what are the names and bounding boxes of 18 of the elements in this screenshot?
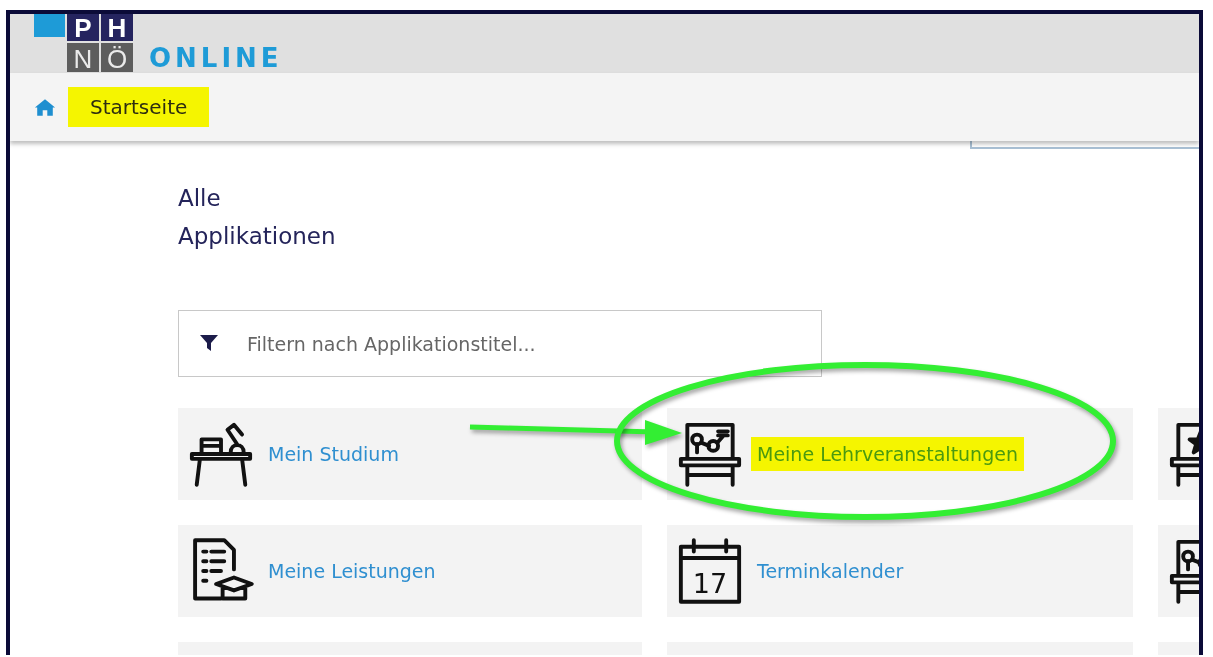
logo-letter: H (101, 14, 133, 41)
board-chart-icon (677, 420, 743, 488)
breadcrumb-link[interactable]: Startseite (68, 87, 210, 127)
desk-icon (188, 420, 254, 488)
logo-square (34, 14, 65, 37)
logo-letter: P (67, 14, 99, 41)
home-icon[interactable] (34, 97, 56, 117)
app-link[interactable]: Meine Lehrveranstaltungen (751, 437, 1024, 471)
logo-wordmark: ONLINE (149, 43, 283, 73)
app-link[interactable]: Terminkalender (751, 554, 910, 588)
logo-letter: N (67, 43, 99, 72)
logo-letter: Ö (101, 43, 133, 72)
filter-field[interactable]: Filtern nach Applikationstitel... (178, 310, 822, 377)
app-link[interactable]: Mein Studium (262, 437, 405, 471)
app-link[interactable]: Meine Leistungen (262, 554, 442, 588)
calendar-day: 17 (677, 569, 743, 599)
page-heading: Alle Applikationen (178, 184, 336, 251)
filter-icon (199, 333, 219, 353)
